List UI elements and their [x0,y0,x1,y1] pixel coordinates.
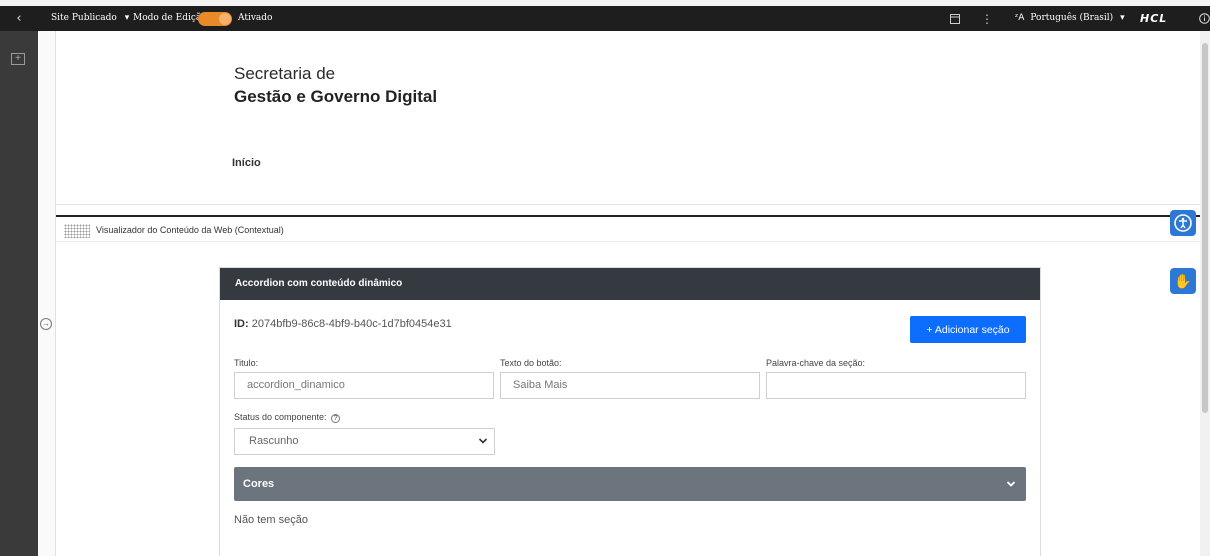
page-margin [38,31,56,556]
empty-sections-message: Não tem seção [234,514,308,526]
component-status-select[interactable]: Rascunho [234,428,495,455]
org-name-line2: Gestão e Governo Digital [234,87,438,106]
scrollbar[interactable] [1200,31,1210,556]
title-field[interactable]: accordion_dinamico [234,372,494,399]
accessibility-button[interactable] [1170,210,1196,236]
component-id: ID: 2074bfb9-86c8-4bf9-b40c-1d7bf0454e31 [234,318,452,330]
button-text-field[interactable]: Saiba Mais [500,372,760,399]
component-status-label: Status do componente: ? [234,412,341,423]
id-value: 2074bfb9-86c8-4bf9-b40c-1d7bf0454e31 [251,318,452,330]
language-label: Português (Brasil) [1030,13,1114,23]
accordion-card: Accordion com conteúdo dinâmico ID: 2074… [219,267,1041,556]
arrow-right-circle-icon[interactable]: → [40,318,52,330]
chevron-down-icon [1006,467,1016,515]
accordion-card-header: Accordion com conteúdo dinâmico [220,268,1040,300]
drag-handle-icon[interactable] [64,224,90,238]
chevron-left-icon: ‹ [16,11,22,26]
caret-down-icon: ▾ [1120,13,1125,23]
info-icon[interactable] [1198,6,1210,31]
accessibility-icon [1174,214,1192,232]
sign-language-button[interactable]: ✋ [1170,268,1196,294]
translate-icon: ᶻA [1015,13,1025,23]
nav-home-link[interactable]: Início [232,157,261,169]
content-viewer-bar: Visualizador do Conteúdo da Web (Context… [56,215,1200,242]
colors-section-title: Cores [243,478,275,490]
chevron-down-icon [478,429,488,464]
org-name-line1: Secretaria de [234,64,336,83]
page-layout-icon[interactable] [948,6,962,31]
edit-mode-toggle[interactable] [198,12,232,26]
add-content-icon[interactable]: + [11,53,25,65]
help-icon[interactable]: ? [331,414,341,423]
more-options-icon[interactable]: ⋮ [981,6,993,31]
brand-logo: HCL [1140,12,1168,25]
edit-mode-state: Ativado [238,13,273,23]
toggle-knob [219,13,231,25]
hand-icon: ✋ [1174,272,1192,289]
divider [56,204,1200,205]
title-field-label: Titulo: [234,358,259,368]
section-keyword-label: Palavra-chave da seção: [766,358,866,368]
add-section-button[interactable]: + Adicionar seção [910,316,1026,343]
button-text-label: Texto do botão: [500,358,562,368]
caret-down-icon: ▾ [124,13,130,23]
id-label: ID: [234,318,249,330]
status-selected-value: Rascunho [249,435,299,447]
colors-section-toggle[interactable]: Cores [234,467,1026,501]
language-selector[interactable]: ᶻA Português (Brasil) ▾ [1015,6,1125,31]
left-rail: + [0,31,38,556]
edit-toolbar: ‹ Site Publicado ▾ Modo de Edição: Ativa… [0,6,1210,31]
site-status-dropdown[interactable]: Site Publicado ▾ [51,6,129,31]
back-button[interactable]: ‹ [0,6,38,31]
status-label-text: Status do componente: [234,412,327,422]
section-keyword-field[interactable] [766,372,1026,399]
scrollbar-thumb[interactable] [1202,43,1208,413]
content-viewer-title: Visualizador do Conteúdo da Web (Context… [96,225,284,235]
site-status-label: Site Publicado [51,13,117,23]
